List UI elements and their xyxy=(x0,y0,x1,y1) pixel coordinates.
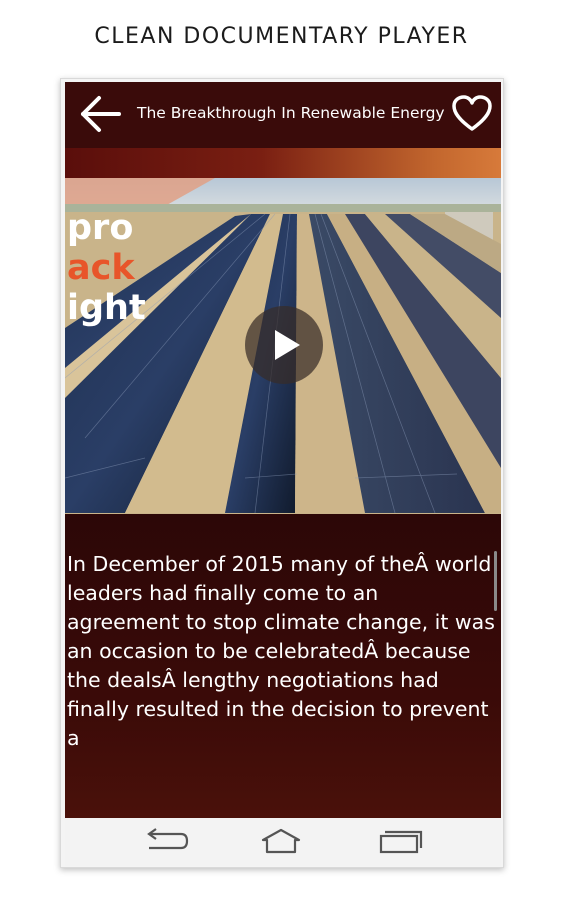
nav-home-button[interactable] xyxy=(251,824,311,860)
play-button[interactable] xyxy=(245,306,323,384)
header-banner-strip xyxy=(65,148,501,178)
arrow-left-icon xyxy=(81,96,121,132)
favorite-button[interactable] xyxy=(450,94,494,134)
nav-back-icon xyxy=(147,828,189,850)
app-bar: The Breakthrough In Renewable Energy xyxy=(65,82,501,148)
play-icon xyxy=(275,330,300,360)
nav-recents-icon xyxy=(379,830,423,854)
nav-recents-button[interactable] xyxy=(371,824,431,860)
video-title: The Breakthrough In Renewable Energy xyxy=(137,104,445,122)
video-player[interactable]: pro ack ight xyxy=(65,178,501,514)
phone-frame: The Breakthrough In Renewable Energy pro… xyxy=(60,78,504,868)
system-nav-bar xyxy=(65,818,501,866)
promo-title: CLEAN DOCUMENTARY PLAYER xyxy=(94,24,469,49)
nav-home-icon xyxy=(261,828,301,854)
description-text: In December of 2015 many of theÂ world l… xyxy=(67,552,495,750)
video-overlay-line-1: pro xyxy=(67,208,134,248)
heart-outline-icon xyxy=(452,95,492,131)
nav-back-button[interactable] xyxy=(133,824,193,860)
video-overlay-line-3: ight xyxy=(67,288,146,328)
description-scrollbar[interactable] xyxy=(494,551,497,611)
app-screen: The Breakthrough In Renewable Energy pro… xyxy=(65,82,501,818)
description-panel: In December of 2015 many of theÂ world l… xyxy=(65,514,501,818)
back-button[interactable] xyxy=(75,92,123,136)
video-overlay-line-2: ack xyxy=(67,248,135,288)
